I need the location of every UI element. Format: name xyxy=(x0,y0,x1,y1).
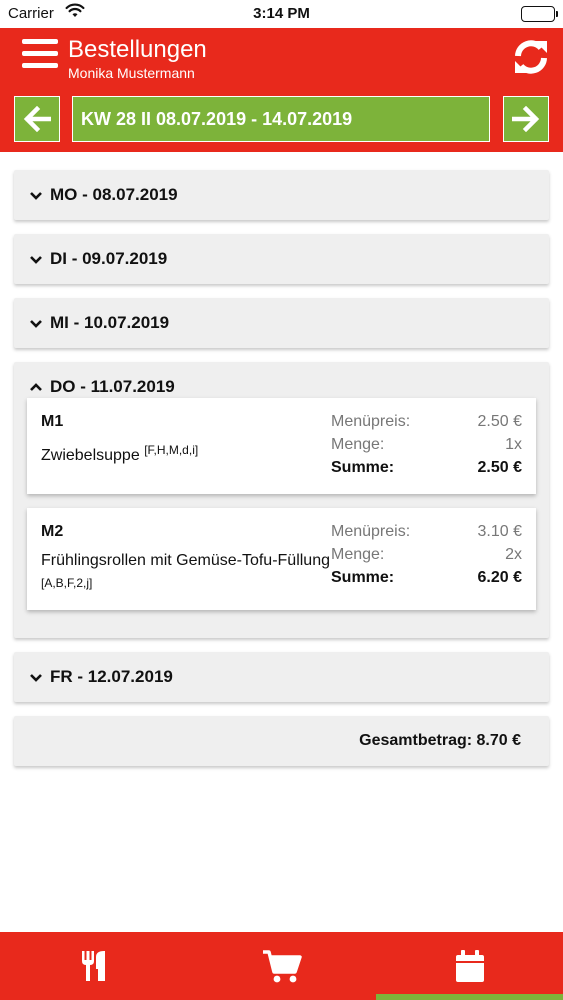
quantity-label: Menge: xyxy=(331,436,385,453)
arrow-right-icon xyxy=(512,106,540,132)
menu-code: M1 xyxy=(41,413,64,430)
quantity-value: 1x xyxy=(505,436,522,453)
chevron-up-icon xyxy=(30,383,42,391)
price-label: Menüpreis: xyxy=(331,413,411,430)
chevron-down-icon xyxy=(30,256,42,264)
sum-label: Summe: xyxy=(331,459,395,476)
day-label: DI - 09.07.2019 xyxy=(50,249,168,268)
next-week-button[interactable] xyxy=(503,96,549,142)
menu-icon[interactable] xyxy=(22,39,58,73)
grand-total: Gesamtbetrag: 8.70 € xyxy=(14,716,549,766)
day-accordion-fr[interactable]: FR - 12.07.2019 xyxy=(14,652,549,702)
tab-calendar[interactable] xyxy=(376,932,563,1000)
tab-cart[interactable] xyxy=(188,932,375,1000)
refresh-icon[interactable] xyxy=(511,37,551,77)
sum-value: 6.20 € xyxy=(477,569,522,586)
sum-label: Summe: xyxy=(331,569,395,586)
app-header: Bestellungen Monika Mustermann xyxy=(0,28,563,86)
price-value: 3.10 € xyxy=(477,523,522,540)
day-label: MO - 08.07.2019 xyxy=(50,185,178,204)
allergen-codes: [A,B,F,2,j] xyxy=(41,576,93,590)
user-name: Monika Mustermann xyxy=(68,65,195,81)
sum-value: 2.50 € xyxy=(477,459,522,476)
day-accordion-di[interactable]: DI - 09.07.2019 xyxy=(14,234,549,284)
menu-code: M2 xyxy=(41,523,64,540)
quantity-label: Menge: xyxy=(331,546,385,563)
order-card[interactable]: M1 Zwiebelsuppe [F,H,M,d,i] Menüpreis: 2… xyxy=(27,398,536,494)
page-title: Bestellungen xyxy=(68,36,207,63)
cutlery-icon xyxy=(81,951,105,981)
order-list: MO - 08.07.2019 DI - 09.07.2019 MI - 10.… xyxy=(0,152,563,932)
day-label: DO - 11.07.2019 xyxy=(50,377,175,396)
day-accordion-do[interactable]: DO - 11.07.2019 M1 Zwiebelsuppe [F,H,M,d… xyxy=(14,362,549,638)
day-label: FR - 12.07.2019 xyxy=(50,667,173,686)
week-label: KW 28 II 08.07.2019 - 14.07.2019 xyxy=(72,96,490,142)
tab-menu[interactable] xyxy=(0,932,187,1000)
status-bar: Carrier 3:14 PM xyxy=(0,0,563,28)
cart-icon xyxy=(262,950,302,983)
chevron-down-icon xyxy=(30,674,42,682)
menu-name: Zwiebelsuppe [F,H,M,d,i] xyxy=(41,443,199,464)
day-accordion-mi[interactable]: MI - 10.07.2019 xyxy=(14,298,549,348)
order-card[interactable]: M2 Frühlingsrollen mit Gemüse-Tofu-Füllu… xyxy=(27,508,536,610)
active-tab-indicator xyxy=(376,994,563,1000)
battery-icon xyxy=(521,6,558,22)
price-value: 2.50 € xyxy=(477,413,522,430)
menu-name: Frühlingsrollen mit Gemüse-Tofu-Füllung … xyxy=(41,552,330,590)
status-time: 3:14 PM xyxy=(253,5,310,22)
chevron-down-icon xyxy=(30,192,42,200)
calendar-icon xyxy=(455,950,484,982)
bottom-tab-bar xyxy=(0,932,563,1000)
price-label: Menüpreis: xyxy=(331,523,411,540)
arrow-left-icon xyxy=(23,106,51,132)
week-selector: KW 28 II 08.07.2019 - 14.07.2019 xyxy=(0,86,563,152)
quantity-value: 2x xyxy=(505,546,522,563)
day-label: MI - 10.07.2019 xyxy=(50,313,170,332)
day-accordion-mo[interactable]: MO - 08.07.2019 xyxy=(14,170,549,220)
allergen-codes: [F,H,M,d,i] xyxy=(144,443,199,457)
chevron-down-icon xyxy=(30,320,42,328)
previous-week-button[interactable] xyxy=(14,96,60,142)
